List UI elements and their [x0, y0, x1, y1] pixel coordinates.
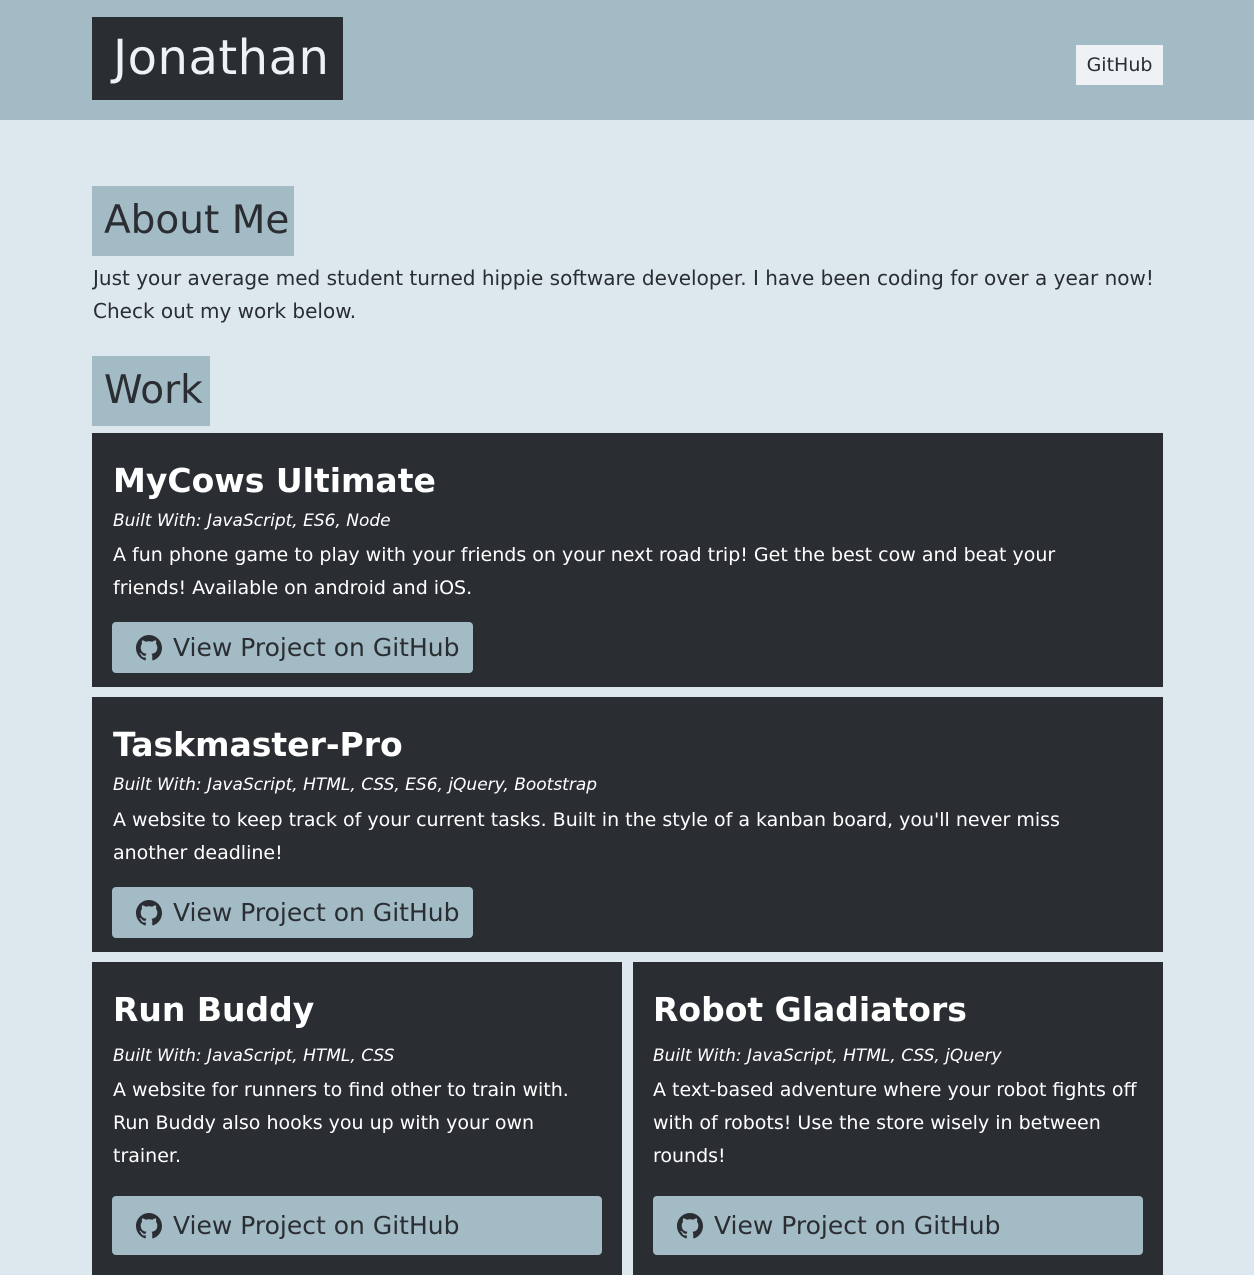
button-label: View Project on GitHub — [173, 1211, 460, 1240]
project-title: Run Buddy — [113, 990, 315, 1029]
button-label: View Project on GitHub — [173, 898, 460, 927]
project-card-robot-gladiators: Robot Gladiators Built With: JavaScript,… — [633, 962, 1163, 1275]
project-built-with: Built With: JavaScript, ES6, Node — [113, 511, 391, 531]
project-title: Taskmaster-Pro — [113, 725, 403, 764]
work-heading: Work — [92, 356, 210, 426]
button-label: View Project on GitHub — [714, 1211, 1001, 1240]
project-description: A website to keep track of your current … — [113, 809, 1060, 864]
github-icon — [136, 634, 162, 660]
about-heading: About Me — [92, 186, 294, 256]
project-built-with: Built With: JavaScript, HTML, CSS, jQuer… — [653, 1046, 1002, 1066]
view-project-github-button[interactable]: View Project on GitHub — [112, 1196, 602, 1255]
nav-github-link[interactable]: GitHub — [1076, 45, 1163, 85]
github-icon — [136, 899, 162, 925]
project-title: Robot Gladiators — [653, 990, 967, 1029]
site-brand[interactable]: Jonathan — [92, 17, 343, 100]
project-card-taskmaster: Taskmaster-Pro Built With: JavaScript, H… — [92, 697, 1163, 952]
project-description: A fun phone game to play with your frien… — [113, 544, 1056, 599]
button-label: View Project on GitHub — [173, 633, 460, 662]
view-project-github-button[interactable]: View Project on GitHub — [112, 887, 473, 938]
site-header: Jonathan GitHub — [0, 0, 1254, 120]
github-icon — [677, 1212, 703, 1238]
view-project-github-button[interactable]: View Project on GitHub — [653, 1196, 1143, 1255]
project-title: MyCows Ultimate — [113, 461, 436, 500]
project-description: A website for runners to find other to t… — [113, 1079, 569, 1167]
github-icon — [136, 1212, 162, 1238]
about-text: Just your average med student turned hip… — [93, 266, 1154, 323]
view-project-github-button[interactable]: View Project on GitHub — [112, 622, 473, 673]
project-card-run-buddy: Run Buddy Built With: JavaScript, HTML, … — [92, 962, 622, 1275]
project-built-with: Built With: JavaScript, HTML, CSS, ES6, … — [113, 775, 598, 795]
project-built-with: Built With: JavaScript, HTML, CSS — [113, 1046, 395, 1066]
project-description: A text-based adventure where your robot … — [653, 1079, 1137, 1167]
project-card-mycows: MyCows Ultimate Built With: JavaScript, … — [92, 433, 1163, 687]
